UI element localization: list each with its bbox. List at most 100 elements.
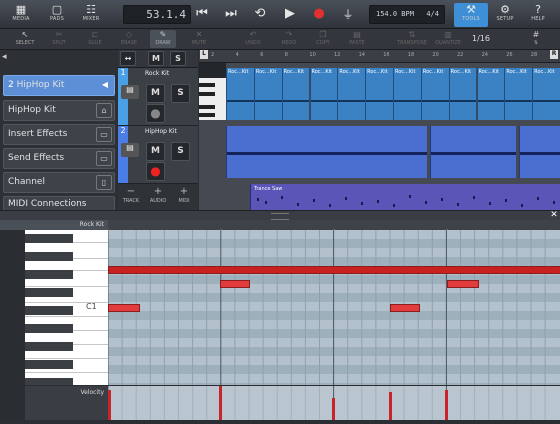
black-key[interactable] [25,342,73,351]
rock-kit-clip[interactable]: Roc...Kit [420,68,449,120]
solo-button[interactable]: S [171,142,190,161]
mute-tool[interactable]: ✕ MUTE [186,30,212,48]
rock-kit-clips[interactable]: Roc...Kit Roc...Kit Roc...Kit Roc...Kit Roc.… [226,68,560,120]
tempo-display[interactable]: 154.0 BPM 4/4 [369,5,445,24]
inspector-track-selector[interactable]: 2 HipHop Kit ◀ [3,75,115,96]
velocity-bar[interactable] [445,390,448,420]
inspector-instrument[interactable]: HipHop Kit ⌂ [3,100,115,121]
rock-kit-clip[interactable]: Roc...Kit [393,68,421,120]
transpose-button[interactable]: ⇅ TRANSPOSE [394,30,430,48]
track-header-2[interactable]: 2 HipHop Kit ▤ M S ● [118,126,198,184]
glue-tool[interactable]: ⊏ GLUE [82,30,108,48]
right-locator[interactable]: R [550,50,558,59]
inspector-midi-connections[interactable]: MIDI Connections [3,196,115,211]
tools-button[interactable]: ⚒ TOOLS [454,3,488,27]
pads-button[interactable]: ▢ PADS [40,3,74,27]
paste-button[interactable]: ▤ PASTE [344,30,370,48]
mute-button[interactable]: M [146,84,165,103]
rock-kit-clip[interactable]: Roc...Kit [476,68,505,120]
velocity-bar[interactable] [108,390,111,420]
black-key[interactable] [25,252,73,261]
mute-button[interactable]: M [146,142,165,161]
grid-snap-button[interactable]: # ⇅ [527,30,545,48]
record-icon[interactable]: ● [310,6,328,21]
inspector-send-effects[interactable]: Send Effects ▭ [3,148,115,169]
midi-note[interactable] [390,304,420,312]
rock-kit-clip[interactable]: Roc...Kit [448,68,477,120]
undo-button[interactable]: ↶ UNDO [240,30,266,48]
black-key[interactable] [25,306,73,315]
midi-note[interactable] [108,304,140,312]
inspector-channel[interactable]: Channel ▯ [3,172,115,193]
rock-kit-clip[interactable]: Roc...Kit [281,68,310,120]
add-track-button[interactable]: − TRACK [120,186,142,208]
midi-note[interactable] [220,280,250,288]
select-tool[interactable]: ↖ SELECT [12,30,38,48]
black-key[interactable] [25,324,73,333]
track-header-1[interactable]: 1 Rock Kit ▤ M S ● [118,68,198,126]
hiphop-kit-clip[interactable] [519,126,560,178]
midi-note[interactable] [447,280,479,288]
hiphop-kit-clip[interactable] [430,126,516,178]
fit-icon[interactable]: ↔ [120,51,136,66]
rewind-icon[interactable]: ⏮ [193,6,211,21]
rock-kit-clip[interactable]: Roc...Kit [253,68,282,120]
black-key[interactable] [25,270,73,279]
editor-ruler[interactable] [107,220,560,235]
note-grid[interactable] [108,230,560,385]
record-arm-button[interactable]: ● [146,104,165,123]
midi-note[interactable] [108,266,560,274]
black-key[interactable] [25,234,73,243]
rock-kit-clip[interactable]: Roc...Kit [337,68,366,120]
arrange-view[interactable]: Roc...Kit Roc...Kit Roc...Kit Roc...Kit Roc.… [199,63,560,210]
collapse-icon[interactable]: ◂ [2,52,12,62]
mixer-button[interactable]: ☷ MIXER [74,3,108,27]
rock-kit-clip[interactable]: Roc...Kit [504,68,533,120]
global-mute-button[interactable]: M [148,51,164,66]
setup-button[interactable]: ⚙ SETUP [488,3,522,27]
clip-note-lane [431,152,516,155]
rock-kit-clip[interactable]: Roc...Kit [309,68,338,120]
rock-kit-clip[interactable]: Roc...Kit [365,68,393,120]
resize-handle-icon[interactable] [271,213,289,220]
trance-saw-clip[interactable]: Trance Saw [250,184,560,210]
redo-button[interactable]: ↷ REDO [276,30,302,48]
black-key[interactable] [25,378,73,385]
quantize-button[interactable]: ▥ QUANTIZE [430,30,466,48]
hiphop-kit-clip[interactable] [226,126,427,178]
ruler-mark: 24 [481,52,488,58]
help-button[interactable]: ? HELP [521,3,555,27]
rock-kit-clip[interactable]: Roc...Kit [532,68,560,120]
metronome-icon[interactable]: ⏚ [339,6,357,22]
clip-note-lane [533,100,560,102]
global-solo-button[interactable]: S [170,51,186,66]
timeline-ruler[interactable]: L R 2 4 6 8 10 12 14 16 18 20 22 24 26 28 [199,50,560,63]
forward-icon[interactable]: ⏭ [222,6,240,21]
cycle-icon[interactable]: ⟲ [251,6,269,21]
rock-kit-clip[interactable]: Roc...Kit [226,68,254,120]
copy-button[interactable]: ❐ COPY [310,30,336,48]
velocity-lane[interactable] [107,386,560,420]
hiphop-kit-clips[interactable] [226,126,560,178]
solo-button[interactable]: S [171,84,190,103]
close-icon[interactable]: ✕ [549,210,559,220]
black-key[interactable] [25,288,73,297]
position-display[interactable]: 53.1.4 [123,5,191,24]
add-midi-track-button[interactable]: + MIDI [172,186,196,208]
split-tool[interactable]: ✂ SPLIT [46,30,72,48]
velocity-bar[interactable] [389,392,392,420]
erase-tool[interactable]: ◇ ERASE [116,30,142,48]
velocity-bar[interactable] [332,398,335,420]
pointer-icon: ↖ [21,30,29,39]
play-icon[interactable]: ▶ [281,6,299,21]
add-audio-track-button[interactable]: + AUDIO [146,186,170,208]
quantize-value[interactable]: 1/16 [466,30,496,48]
media-button[interactable]: ▦ MEDIA [4,3,38,27]
left-locator[interactable]: L [200,50,208,59]
velocity-bar[interactable] [219,386,222,420]
black-key[interactable] [25,360,73,369]
record-arm-button[interactable]: ● [146,162,165,181]
draw-tool[interactable]: ✎ DRAW [150,30,176,48]
inspector-insert-effects[interactable]: Insert Effects ▭ [3,124,115,145]
quantize-icon: ▥ [444,30,452,39]
